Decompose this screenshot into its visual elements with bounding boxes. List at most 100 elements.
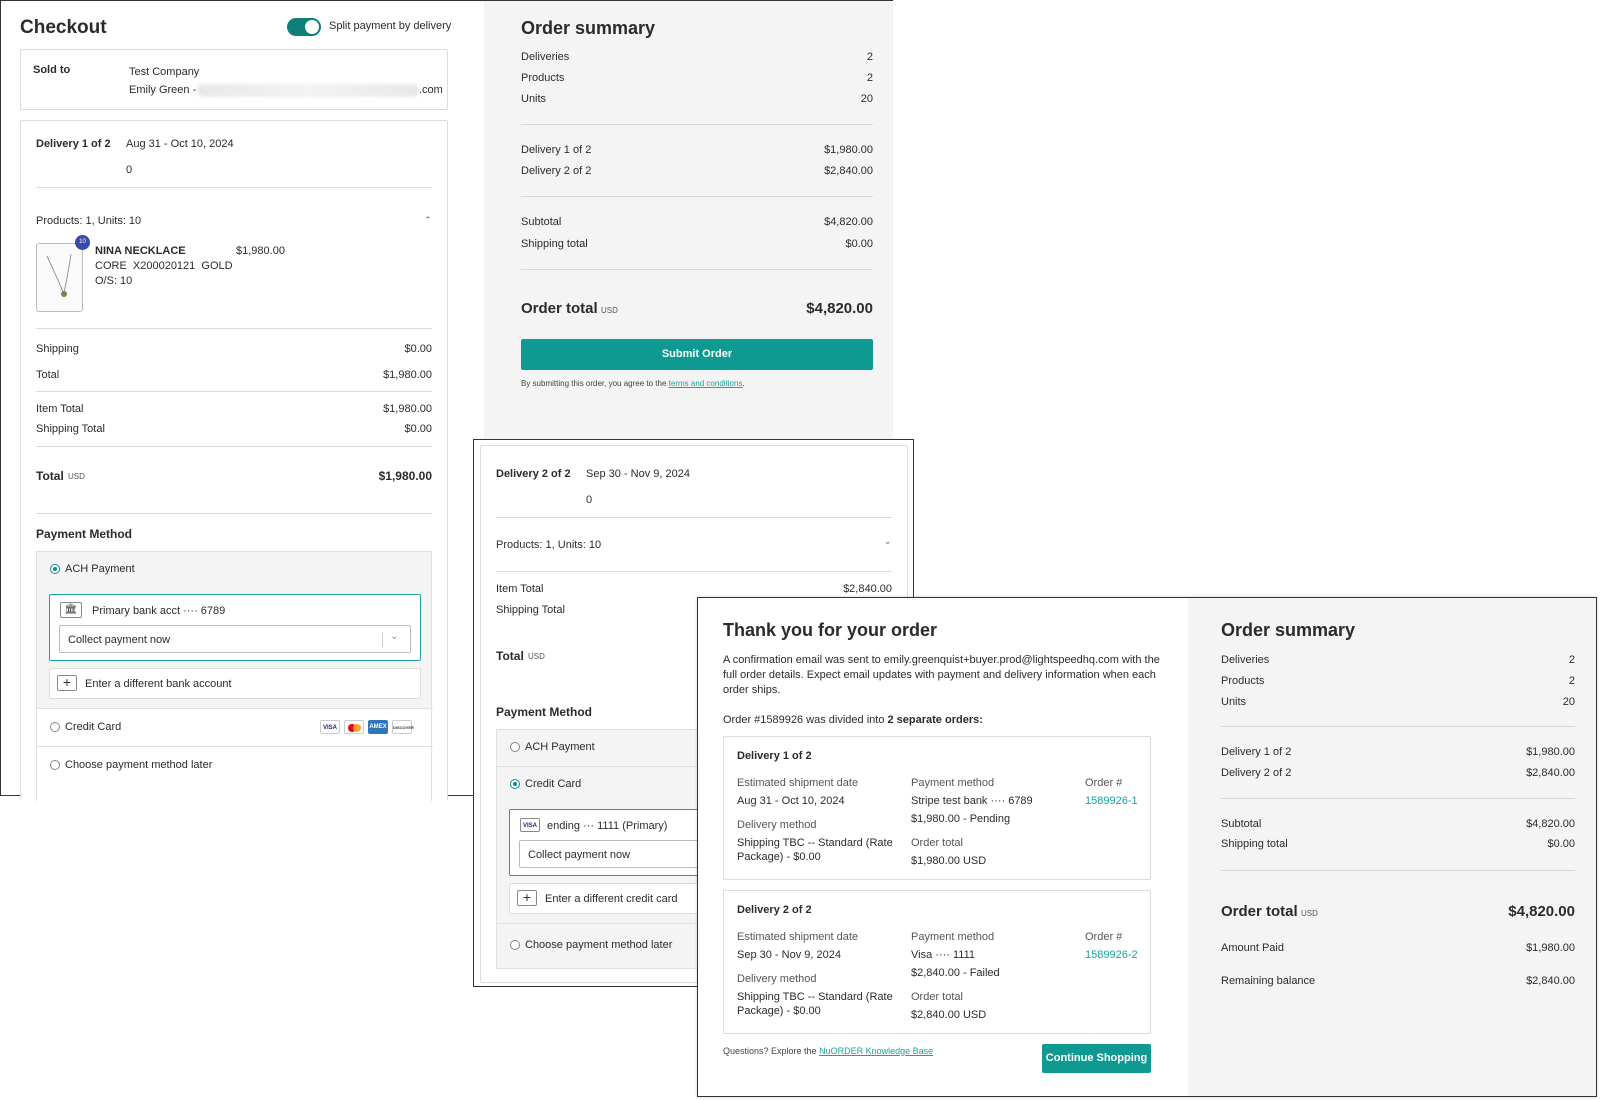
visa-icon: VISA	[520, 818, 540, 832]
order-number-label: Order #	[1085, 931, 1123, 943]
order-number-link[interactable]: 1589926-1	[1085, 795, 1138, 807]
divider	[1221, 798, 1575, 799]
sold-to-label: Sold to	[33, 64, 71, 76]
pay-later-radio[interactable]	[510, 940, 520, 950]
summary-value: $2,840.00	[824, 165, 873, 177]
remaining-balance-value: $2,840.00	[1526, 975, 1575, 987]
pay-later-label[interactable]: Choose payment method later	[65, 759, 212, 771]
payment-method-value: Stripe test bank ···· 6789	[911, 795, 1033, 807]
summary-value: $0.00	[1547, 838, 1575, 850]
pay-later-radio[interactable]	[50, 760, 60, 770]
contact-prefix: Emily Green - e	[129, 84, 206, 96]
ach-label[interactable]: ACH Payment	[65, 563, 135, 575]
amount-paid-value: $1,980.00	[1526, 942, 1575, 954]
summary-value: 2	[866, 51, 873, 63]
credit-card-label[interactable]: Credit Card	[525, 778, 581, 790]
divider	[36, 513, 432, 514]
pay-later-label[interactable]: Choose payment method later	[525, 939, 672, 951]
chevron-up-icon[interactable]: ⌃	[424, 215, 432, 226]
delivery-1-dates: Aug 31 - Oct 10, 2024	[126, 138, 234, 150]
shipping-total-value: $0.00	[404, 423, 432, 435]
credit-card-radio[interactable]	[50, 722, 60, 732]
summary-value: $4,820.00	[824, 216, 873, 228]
credit-card-label[interactable]: Credit Card	[65, 721, 121, 733]
ship-date-label: Estimated shipment date	[737, 931, 859, 943]
chevron-down-icon[interactable]: ⌄	[884, 536, 892, 547]
amex-icon: AMEX	[368, 720, 388, 734]
product-thumbnail[interactable]	[36, 243, 83, 312]
payment-method-value: Visa ···· 1111	[911, 949, 975, 961]
ship-date: Aug 31 - Oct 10, 2024	[737, 795, 845, 807]
summary-value: $0.00	[845, 238, 873, 250]
total-value: $1,980.00	[383, 369, 432, 381]
collect-payment-value: Collect payment now	[68, 634, 171, 646]
order-total-label: Order total	[911, 837, 963, 849]
quantity-badge: 10	[75, 235, 90, 250]
shipping-value: $0.00	[404, 343, 432, 355]
sold-to-card: Sold to Test Company Emily Green - e .co…	[20, 49, 448, 110]
confirmation-text-line: full order details. Expect email updates…	[723, 669, 1156, 681]
delivery-2-zero: 0	[586, 494, 593, 506]
summary-label: Subtotal	[1221, 818, 1262, 830]
redacted-email	[197, 84, 419, 97]
summary-label: Delivery 1 of 2	[521, 144, 592, 156]
currency-label: USD	[68, 472, 85, 481]
credit-card-radio[interactable]	[510, 779, 520, 789]
order-total-value: $4,820.00	[806, 300, 873, 317]
summary-value: 2	[1568, 675, 1575, 687]
payment-method-label: Payment method	[911, 931, 995, 943]
divider	[37, 746, 433, 747]
ship-date: Sep 30 - Nov 9, 2024	[737, 949, 841, 961]
divider	[496, 517, 892, 518]
summary-value: 2	[866, 72, 873, 84]
delivery-1-card: Delivery 1 of 2 Aug 31 - Oct 10, 2024 0 …	[20, 120, 448, 801]
terms-prefix: By submitting this order, you agree to t…	[521, 379, 669, 388]
ach-radio[interactable]	[50, 564, 60, 574]
summary-value: $2,840.00	[1526, 767, 1575, 779]
mastercard-icon	[344, 720, 364, 734]
order-total-value: $2,840.00 USD	[911, 1009, 987, 1021]
products-units-toggle[interactable]: Products: 1, Units: 10	[496, 539, 601, 551]
divider	[521, 269, 873, 270]
summary-label: Shipping total	[521, 238, 588, 250]
knowledge-base-link[interactable]: NuORDER Knowledge Base	[819, 1046, 933, 1056]
delivery-method-line: Package) - $0.00	[737, 851, 821, 863]
order-number-link[interactable]: 1589926-2	[1085, 949, 1138, 961]
item-total-label: Item Total	[36, 403, 84, 415]
divider	[521, 196, 873, 197]
ach-label[interactable]: ACH Payment	[525, 741, 595, 753]
item-total-label: Item Total	[496, 583, 544, 595]
item-total-value: $2,840.00	[843, 583, 892, 595]
terms-link[interactable]: terms and conditions	[669, 379, 743, 388]
delivery-method-line: Package) - $0.00	[737, 1005, 821, 1017]
different-bank-option[interactable]: + Enter a different bank account	[49, 668, 421, 699]
collect-payment-select[interactable]: Collect payment now ⌄	[59, 625, 411, 653]
total-label: Total	[496, 649, 524, 663]
company-name: Test Company	[129, 66, 200, 78]
summary-label: Products	[1221, 675, 1265, 687]
submit-order-button[interactable]: Submit Order	[521, 339, 873, 370]
different-card-label: Enter a different credit card	[545, 893, 678, 905]
divider	[36, 187, 432, 188]
continue-shopping-button[interactable]: Continue Shopping	[1042, 1044, 1151, 1073]
necklace-icon	[46, 253, 72, 297]
payment-method-label: Payment method	[911, 777, 995, 789]
order-total-value: $4,820.00	[1508, 903, 1575, 920]
total-label: Total	[36, 369, 60, 381]
summary-value: 2	[1568, 654, 1575, 666]
divider	[36, 391, 432, 392]
split-payment-toggle[interactable]	[287, 18, 321, 36]
products-units-toggle[interactable]: Products: 1, Units: 10	[36, 215, 141, 227]
divider	[1221, 726, 1575, 727]
ach-radio[interactable]	[510, 742, 520, 752]
delivery-1-zero: 0	[126, 164, 133, 176]
summary-label: Deliveries	[1221, 654, 1270, 666]
summary-value: 20	[1562, 696, 1575, 708]
product-size: O/S: 10	[95, 275, 133, 287]
delivery-method-label: Delivery method	[737, 819, 817, 831]
bank-account-option[interactable]: 🏛 Primary bank acct ···· 6789 Collect pa…	[49, 594, 421, 661]
grand-total-value: $1,980.00	[378, 469, 432, 483]
divided-bold: 2 separate orders:	[887, 714, 983, 726]
shipping-total-label: Shipping Total	[36, 423, 105, 435]
delivery-method-line: Shipping TBC -- Standard (Rate	[737, 837, 893, 849]
